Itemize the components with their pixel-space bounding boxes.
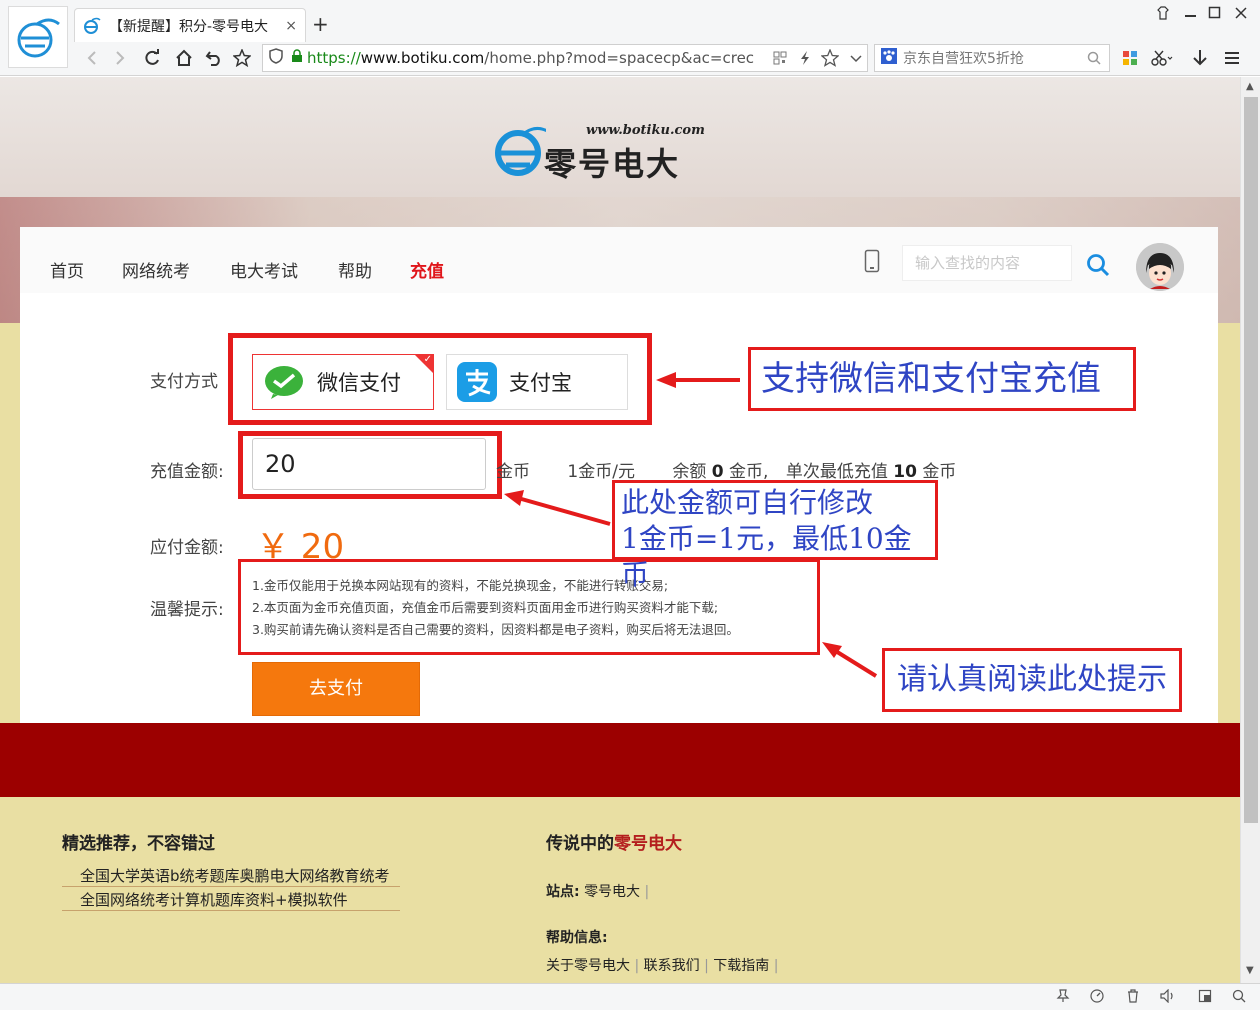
browser-status-bar — [0, 983, 1260, 1010]
callout-amount: 此处金额可自行修改 1金币=1元，最低10金币 — [612, 480, 938, 591]
zoom-icon[interactable] — [1232, 989, 1246, 1007]
callout-amount-line: 此处金额可自行修改 — [621, 486, 874, 519]
trash-icon[interactable] — [1126, 989, 1140, 1007]
vertical-scrollbar[interactable]: ▲ ▼ — [1240, 77, 1260, 983]
scroll-down-icon[interactable]: ▼ — [1246, 965, 1254, 976]
window-icon[interactable] — [1198, 989, 1212, 1007]
scrollbar-thumb[interactable] — [1244, 97, 1258, 823]
callout-payment-methods: 支持微信和支付宝充值 — [748, 347, 1136, 411]
callout-tips: 请认真阅读此处提示 — [882, 648, 1182, 712]
volume-icon[interactable] — [1160, 988, 1176, 1007]
scroll-up-icon[interactable]: ▲ — [1246, 81, 1254, 92]
speed-icon[interactable] — [1090, 989, 1104, 1007]
pin-icon[interactable] — [1056, 989, 1070, 1007]
callout-amount-line: 1金币=1元，最低10金币 — [621, 522, 912, 591]
